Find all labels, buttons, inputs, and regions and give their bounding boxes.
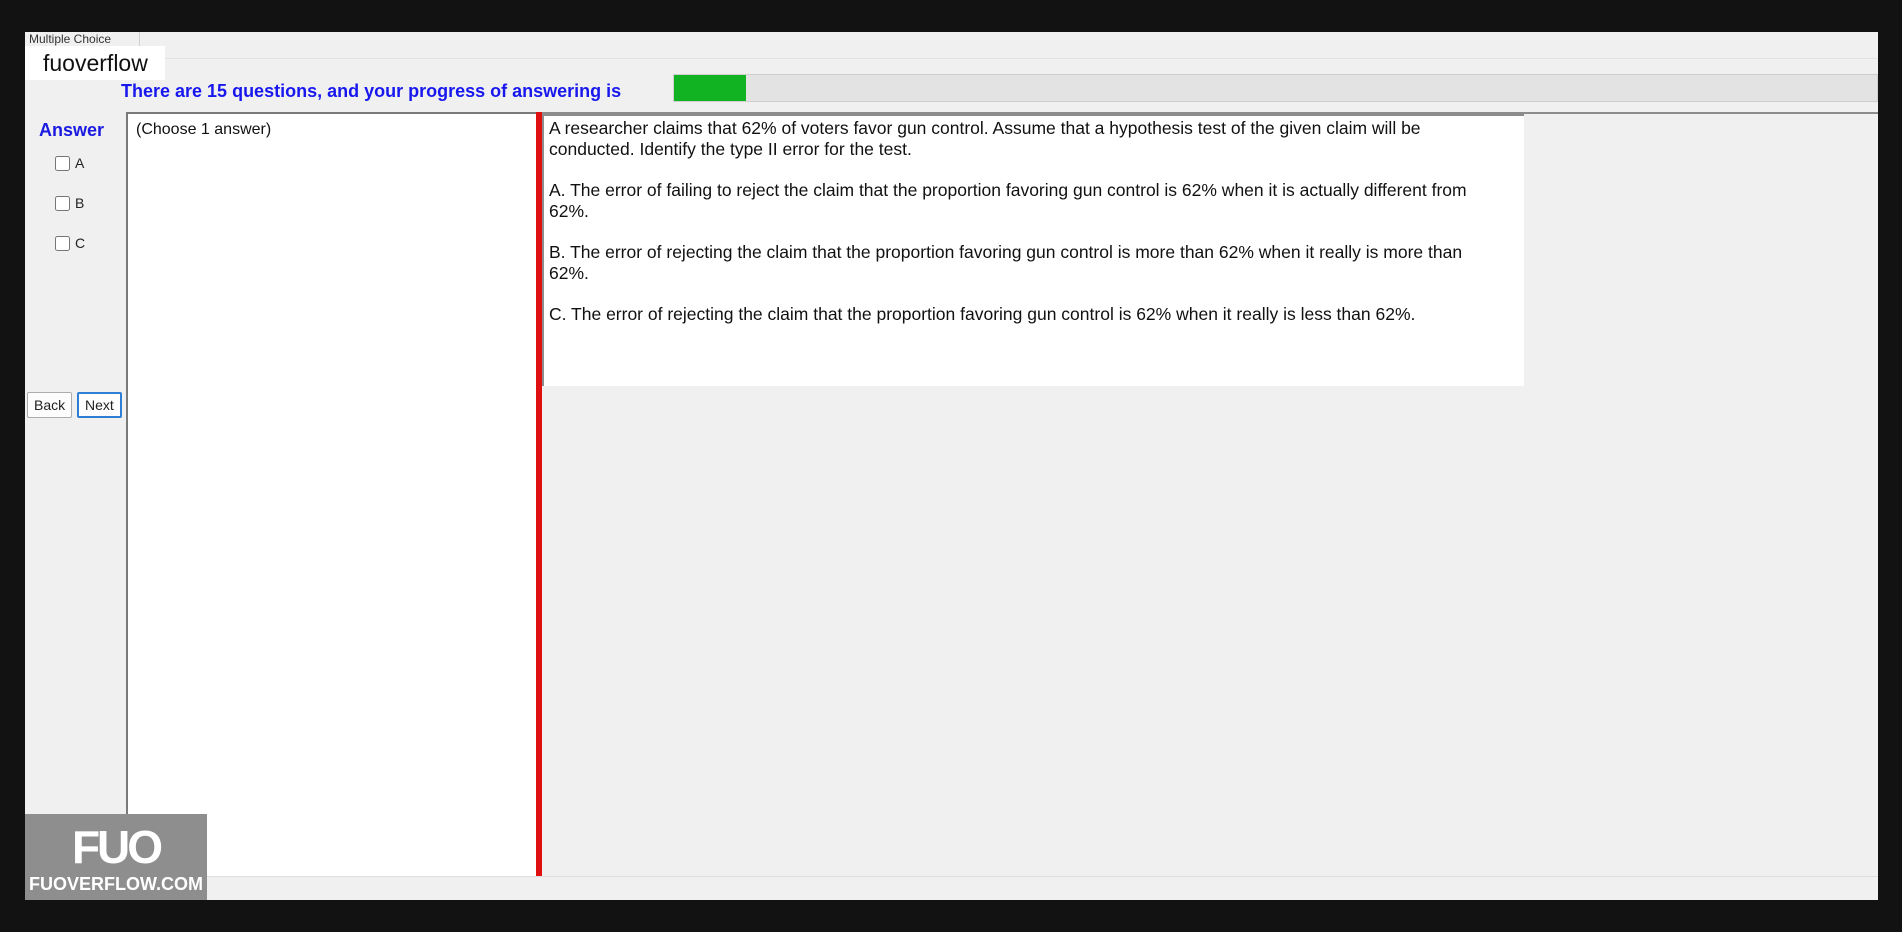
option-a-checkbox[interactable] [55, 155, 70, 171]
choose-hint: (Choose 1 answer) [136, 121, 272, 138]
option-c[interactable]: C [55, 235, 85, 251]
watermark-text: FUOVERFLOW.COM [29, 874, 203, 894]
status-strip [25, 876, 1878, 900]
option-c-label: C [75, 235, 86, 251]
option-a-label: A [75, 155, 85, 171]
option-c-checkbox[interactable] [55, 235, 70, 251]
choice-a-text: A. The error of failing to reject the cl… [549, 180, 1467, 221]
choice-c-text: C. The error of rejecting the claim that… [549, 304, 1416, 324]
question-stem: A researcher claims that 62% of voters f… [549, 118, 1421, 159]
progress-bar [673, 74, 1878, 102]
site-label: fuoverflow [25, 46, 165, 80]
watermark-logo: FUO FUOVERFLOW.COM [25, 814, 207, 900]
option-b-checkbox[interactable] [55, 195, 70, 211]
back-button[interactable]: Back [27, 392, 73, 418]
title-bar: Multiple Choice [25, 32, 1878, 59]
question-panel: A researcher claims that 62% of voters f… [542, 114, 1524, 386]
option-b-label: B [75, 195, 85, 211]
app-window: Multiple Choice fuoverflow There are 15 … [25, 32, 1878, 900]
progress-bar-fill [674, 75, 747, 101]
choice-b-text: B. The error of rejecting the claim that… [549, 242, 1463, 283]
option-b[interactable]: B [55, 195, 84, 211]
answer-title: Answer [39, 120, 105, 140]
option-a[interactable]: A [55, 155, 84, 171]
answer-hint-panel: (Choose 1 answer) [126, 112, 536, 877]
watermark-mark: FUO [71, 821, 163, 873]
next-button[interactable]: Next [77, 392, 122, 418]
progress-text: There are 15 questions, and your progres… [121, 81, 622, 101]
